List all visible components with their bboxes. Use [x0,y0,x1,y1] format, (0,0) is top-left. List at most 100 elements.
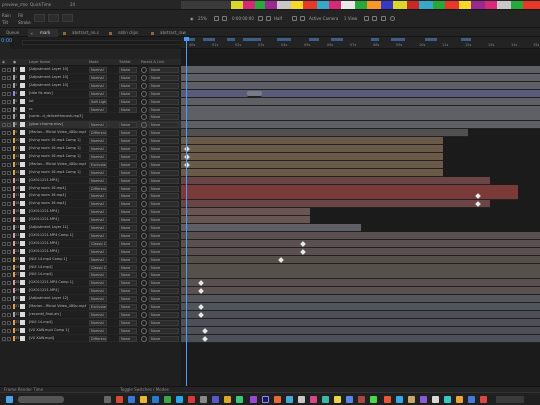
grid-icon[interactable] [214,16,219,21]
pickwhip-icon[interactable] [141,225,147,231]
layer-name[interactable]: [GX011221.MP4] [29,249,86,253]
pickwhip-icon[interactable] [141,256,147,263]
layer-row[interactable]: 5 lut Soft Light None None [0,98,181,106]
trkmat-dropdown[interactable]: None [119,193,137,200]
mode-dropdown[interactable]: Differenc [89,130,107,137]
layer-bar[interactable] [181,113,540,122]
audio-icon[interactable] [7,336,11,341]
app-icon[interactable] [188,396,195,403]
audio-icon[interactable] [7,68,11,72]
trkmat-dropdown[interactable]: None [119,327,137,334]
app-icon[interactable] [310,396,317,403]
parent-dropdown[interactable]: None [149,256,179,263]
visibility-icon[interactable] [2,123,6,128]
audio-icon[interactable] [7,202,11,207]
pickwhip-icon[interactable] [141,272,147,279]
layer-row[interactable]: 4 [title fix.mov] Normal None None [0,90,181,98]
layer-name[interactable]: cc [29,107,86,111]
layer-bar[interactable] [181,287,540,296]
mode-dropdown[interactable]: Normal [89,138,107,145]
parent-dropdown[interactable]: None [149,146,179,152]
app-icon[interactable] [200,396,207,403]
visibility-icon[interactable] [2,147,6,151]
visibility-icon[interactable] [2,273,6,278]
visibility-icon[interactable] [2,305,6,309]
visibility-icon[interactable] [2,281,6,286]
parent-dropdown[interactable]: None [149,169,179,176]
pickwhip-icon[interactable] [141,304,147,310]
layer-bar[interactable] [181,152,444,161]
visibility-icon[interactable] [2,154,6,159]
mode-dropdown[interactable]: Normal [89,248,107,255]
tab-satin-clips[interactable]: satin clips [108,29,150,37]
layer-row[interactable]: 9 [Marian...ffiicial Video_480p.mp4] Diffe… [0,129,181,138]
layer-bar[interactable] [181,334,540,343]
trkmat-dropdown[interactable]: None [119,185,137,192]
snapshot-icon[interactable] [381,16,386,21]
trkmat-dropdown[interactable]: None [119,153,137,160]
mode-dropdown[interactable]: Normal [89,256,107,263]
mode-dropdown[interactable]: Soft Light [89,98,107,105]
visibility-icon[interactable] [2,241,6,246]
audio-icon[interactable] [7,75,11,80]
layer-name[interactable]: [Adjustment Layer 10] [29,83,86,87]
layer-row[interactable]: 29 [GX011221.MP4] Normal None None [0,287,181,296]
audio-icon[interactable] [7,210,11,215]
app-icon[interactable] [420,396,427,403]
layer-name[interactable]: [NUI 14.mp4] [29,265,86,269]
layer-name[interactable]: [living room 16.mp4] [29,186,86,190]
pickwhip-icon[interactable] [141,153,147,160]
layer-row[interactable]: 28 [GX011221.MP4 Comp 1] Normal None None [0,279,181,288]
app-icon[interactable] [408,396,415,403]
magnify-icon[interactable]: ◉ [190,16,194,21]
visibility-icon[interactable] [2,178,6,183]
trkmat-dropdown[interactable]: None [119,240,137,247]
layer-bar[interactable] [181,326,540,335]
parent-dropdown[interactable]: None [149,122,179,129]
app-icon[interactable] [432,396,439,403]
parent-dropdown[interactable]: None [149,248,179,255]
pickwhip-icon[interactable] [141,327,147,334]
trkmat-dropdown[interactable]: None [119,177,137,184]
layer-bar[interactable] [181,216,311,225]
audio-icon[interactable] [7,218,11,223]
mode-dropdown[interactable]: Differenc [89,185,107,192]
parent-dropdown[interactable]: None [149,319,179,326]
pickwhip-icon[interactable] [141,146,147,152]
app-icon[interactable] [322,396,329,403]
layer-bar[interactable] [181,310,540,319]
parent-dropdown[interactable]: None [149,288,179,295]
mode-dropdown[interactable]: Differenc [89,335,107,342]
layer-row[interactable]: 12 [living room 16.mp4 Comp 1] Normal None N… [0,153,181,161]
layer-row[interactable]: 2 [Adjustment Layer 10] Normal None None [0,74,181,82]
app-icon[interactable] [176,396,183,403]
layer-row[interactable]: 17 [living room 16.mp4] Normal None None [0,192,181,201]
layer-row[interactable]: 25 [NUI 14.mp4 Comp 1] Normal None None [0,256,181,264]
app-icon[interactable] [152,396,159,403]
visibility-icon[interactable] [2,139,6,144]
layer-row[interactable]: 14 [living room 16.mp4 Comp 1] Normal None N… [0,169,181,177]
visibility-icon[interactable] [2,99,6,104]
mode-header[interactable]: Mode [89,60,99,64]
trkmat-dropdown[interactable]: None [119,74,137,81]
audio-icon[interactable] [7,320,11,325]
layer-name[interactable]: [NUI 14.mp4 Comp 1] [29,257,86,261]
layer-name[interactable]: [NUI 14.mp4] [29,272,86,276]
close-icon[interactable]: × [30,31,33,36]
composition-viewer-strip[interactable] [181,0,540,10]
layer-bar[interactable] [181,271,540,280]
audio-icon[interactable] [7,139,11,144]
layer-row[interactable]: 8 [glow chrome.mov] Normal None None [0,121,181,130]
layer-bar[interactable] [181,263,540,272]
layer-name[interactable]: [Adjustment Layer 12] [29,296,86,300]
current-time-display[interactable]: 0:00 [0,37,12,49]
mode-dropdown[interactable]: Normal [89,201,107,208]
layer-bar[interactable] [181,129,469,138]
audio-icon[interactable] [7,99,11,104]
app-icon[interactable] [384,396,391,403]
layer-row[interactable]: 10 [living room 16.mp4 Comp 1] Normal None N… [0,137,181,145]
layer-bar[interactable] [181,73,540,82]
layer-row[interactable]: 21 [Adjustment Layer 11] Normal None None [0,224,181,232]
visibility-icon[interactable] [2,170,6,175]
reset-exposure-icon[interactable] [372,16,377,21]
